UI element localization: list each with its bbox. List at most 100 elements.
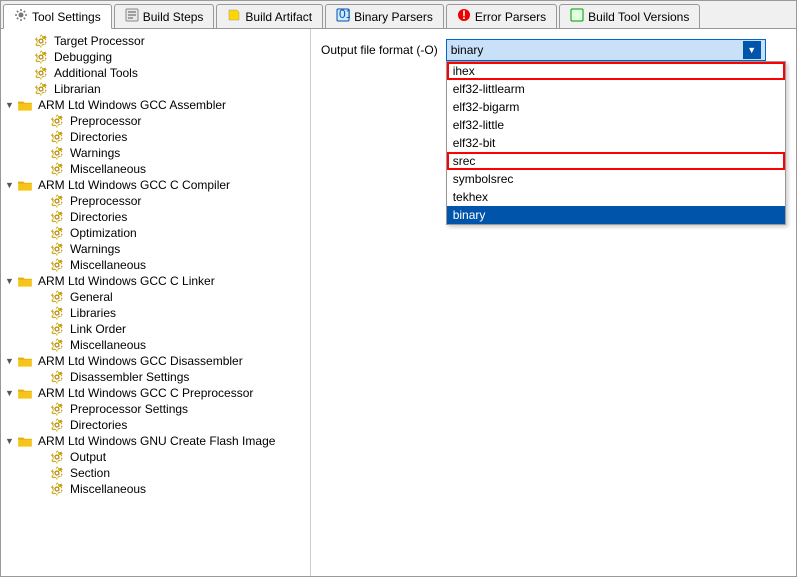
tree-item[interactable]: Section — [1, 465, 310, 481]
tab-label: Build Steps — [143, 10, 204, 24]
tree-item[interactable]: Miscellaneous — [1, 257, 310, 273]
tree-item-label: ARM Ltd Windows GCC Assembler — [38, 98, 226, 112]
tree-item[interactable]: General — [1, 289, 310, 305]
output-format-label: Output file format (-O) — [321, 43, 438, 57]
folder-icon — [18, 387, 32, 399]
dropdown-item-symbolsrec[interactable]: symbolsrec — [447, 170, 785, 188]
tree-item[interactable]: Directories — [1, 417, 310, 433]
tree-item-label: ARM Ltd Windows GNU Create Flash Image — [38, 434, 275, 448]
tree-item-label: Disassembler Settings — [70, 370, 189, 384]
tree-item-label: Link Order — [70, 322, 126, 336]
tree-arrow-icon: ▼ — [5, 100, 15, 110]
tree-item[interactable]: ▼ ARM Ltd Windows GCC C Linker — [1, 273, 310, 289]
gear-icon — [50, 466, 64, 480]
tab-build-artifact[interactable]: Build Artifact — [216, 4, 323, 28]
versions-icon — [570, 8, 584, 25]
tree-item[interactable]: Target Processor — [1, 33, 310, 49]
gear-icon — [50, 130, 64, 144]
gear-icon — [14, 8, 28, 25]
dropdown-item-tekhex[interactable]: tekhex — [447, 188, 785, 206]
tree-item-label: Directories — [70, 210, 127, 224]
tab-error-parsers[interactable]: ! Error Parsers — [446, 4, 557, 28]
dropdown-item-elf32-bigarm[interactable]: elf32-bigarm — [447, 98, 785, 116]
folder-icon — [18, 275, 32, 287]
gear-icon — [50, 242, 64, 256]
gear-icon — [34, 82, 48, 96]
tab-binary-parsers[interactable]: 01 Binary Parsers — [325, 4, 444, 28]
dropdown-trigger[interactable]: binary ▼ — [446, 39, 766, 61]
folder-icon — [18, 99, 32, 111]
tree-item[interactable]: ▼ ARM Ltd Windows GCC Disassembler — [1, 353, 310, 369]
artifact-icon — [227, 8, 241, 25]
gear-icon — [50, 322, 64, 336]
tree-item[interactable]: Miscellaneous — [1, 337, 310, 353]
tree-item[interactable]: Preprocessor Settings — [1, 401, 310, 417]
gear-icon — [50, 114, 64, 128]
tree-item-label: Miscellaneous — [70, 162, 146, 176]
tree-item[interactable]: Link Order — [1, 321, 310, 337]
tree-item[interactable]: Debugging — [1, 49, 310, 65]
tab-build-steps[interactable]: Build Steps — [114, 4, 215, 28]
tree-arrow-icon: ▼ — [5, 276, 15, 286]
tree-item-label: ARM Ltd Windows GCC C Compiler — [38, 178, 230, 192]
gear-icon — [50, 162, 64, 176]
tree-item[interactable]: Librarian — [1, 81, 310, 97]
tree-item[interactable]: ▼ ARM Ltd Windows GCC Assembler — [1, 97, 310, 113]
dropdown-item-elf32-bit[interactable]: elf32-bit — [447, 134, 785, 152]
tree-item[interactable]: Output — [1, 449, 310, 465]
tree-arrow-icon: ▼ — [5, 388, 15, 398]
tree-item[interactable]: Preprocessor — [1, 193, 310, 209]
gear-icon — [50, 338, 64, 352]
tree-item-label: Libraries — [70, 306, 116, 320]
dropdown-item-binary[interactable]: binary — [447, 206, 785, 224]
folder-icon — [18, 435, 32, 447]
tree-item-label: Debugging — [54, 50, 112, 64]
tree-item[interactable]: Disassembler Settings — [1, 369, 310, 385]
gear-icon — [50, 402, 64, 416]
svg-text:01: 01 — [339, 8, 350, 21]
tree-item[interactable]: ▼ ARM Ltd Windows GCC C Preprocessor — [1, 385, 310, 401]
tree-item[interactable]: Additional Tools — [1, 65, 310, 81]
gear-icon — [50, 306, 64, 320]
tab-build-tool-versions[interactable]: Build Tool Versions — [559, 4, 700, 28]
dropdown-item-elf32-little[interactable]: elf32-little — [447, 116, 785, 134]
main-content: Target Processor Debugging Additional To… — [1, 29, 796, 576]
error-icon: ! — [457, 8, 471, 25]
dropdown-item-srec[interactable]: srec — [447, 152, 785, 170]
tree-item[interactable]: Libraries — [1, 305, 310, 321]
tree-item[interactable]: ▼ ARM Ltd Windows GCC C Compiler — [1, 177, 310, 193]
tab-label: Tool Settings — [32, 10, 101, 24]
tree-item[interactable]: Optimization — [1, 225, 310, 241]
gear-icon — [50, 226, 64, 240]
tree-item[interactable]: ▼ ARM Ltd Windows GNU Create Flash Image — [1, 433, 310, 449]
tab-label: Build Artifact — [245, 10, 312, 24]
tree-item[interactable]: Warnings — [1, 241, 310, 257]
tab-tool-settings[interactable]: Tool Settings — [3, 4, 112, 29]
output-format-row: Output file format (-O) binary ▼ ihexelf… — [321, 39, 786, 61]
tree-item-label: Target Processor — [54, 34, 145, 48]
dropdown-item-elf32-littlearm[interactable]: elf32-littlearm — [447, 80, 785, 98]
tree-item[interactable]: Directories — [1, 209, 310, 225]
tree-item-label: ARM Ltd Windows GCC Disassembler — [38, 354, 243, 368]
tree-arrow-icon: ▼ — [5, 356, 15, 366]
tree-item[interactable]: Preprocessor — [1, 113, 310, 129]
dropdown-list: ihexelf32-littlearmelf32-bigarmelf32-lit… — [446, 61, 786, 225]
dropdown-item-ihex[interactable]: ihex — [447, 62, 785, 80]
svg-text:!: ! — [462, 8, 466, 22]
folder-icon — [18, 179, 32, 191]
tree-item[interactable]: Warnings — [1, 145, 310, 161]
gear-icon — [50, 194, 64, 208]
gear-icon — [34, 34, 48, 48]
tree-item[interactable]: Miscellaneous — [1, 481, 310, 497]
tree-arrow-icon: ▼ — [5, 436, 15, 446]
tree-item[interactable]: Directories — [1, 129, 310, 145]
dropdown-arrow-icon[interactable]: ▼ — [743, 41, 761, 59]
tree-item[interactable]: Miscellaneous — [1, 161, 310, 177]
output-format-dropdown[interactable]: binary ▼ ihexelf32-littlearmelf32-bigarm… — [446, 39, 766, 61]
tree-item-label: Warnings — [70, 146, 120, 160]
tree-item-label: ARM Ltd Windows GCC C Linker — [38, 274, 215, 288]
tree-item-label: Directories — [70, 418, 127, 432]
tab-label: Binary Parsers — [354, 10, 433, 24]
tab-label: Error Parsers — [475, 10, 546, 24]
tree-item-label: Output — [70, 450, 106, 464]
